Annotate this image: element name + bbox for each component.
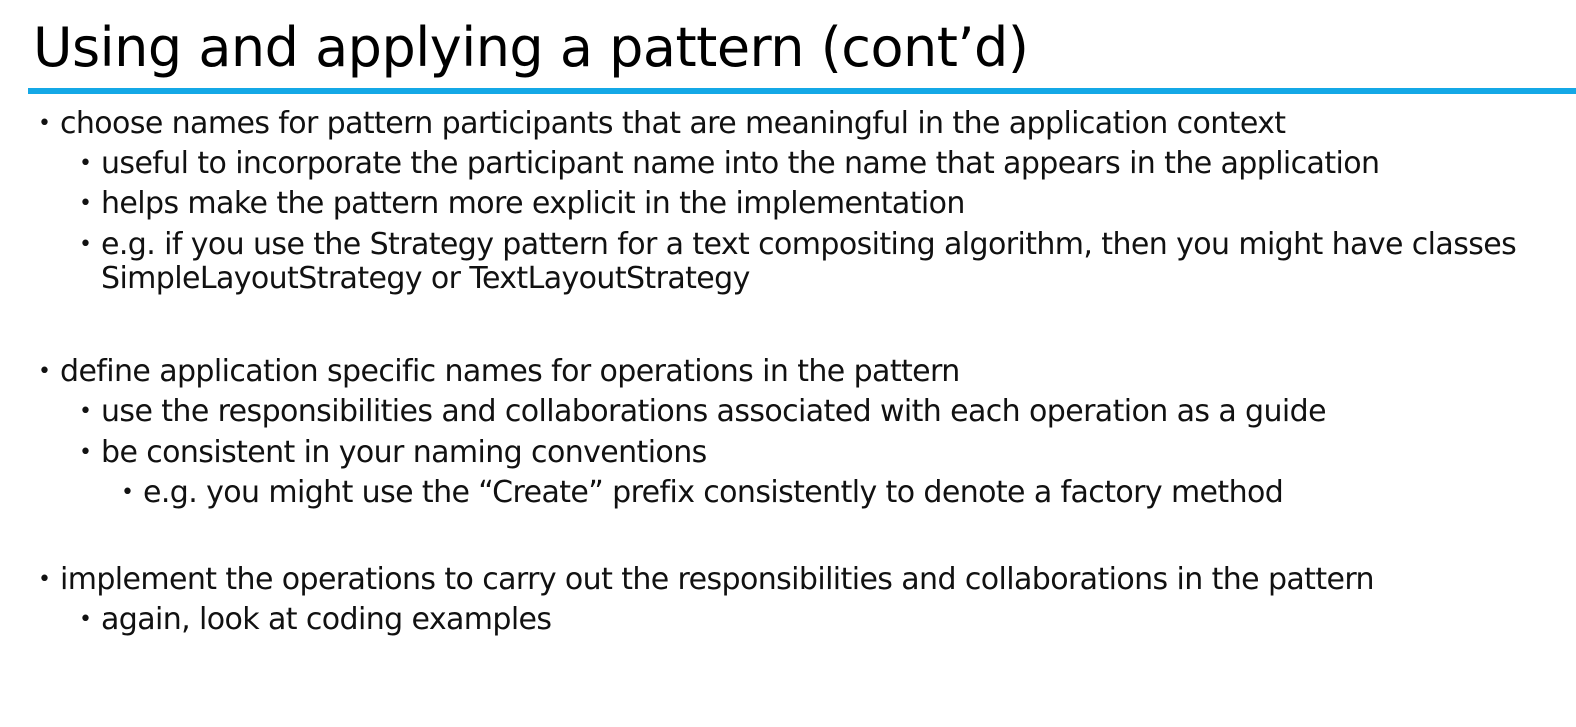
bullet-icon: •: [79, 191, 92, 216]
bullet-icon: •: [121, 480, 134, 505]
bullet-text: be consistent in your naming conventions: [101, 435, 707, 470]
bullet-text: define application specific names for op…: [60, 354, 960, 389]
bullet-icon: •: [79, 399, 92, 424]
sub-bullet-explicit: • helps make the pattern more explicit i…: [79, 186, 965, 222]
bullet-choose-names: • choose names for pattern participants …: [38, 106, 1286, 142]
bullet-icon: •: [38, 111, 51, 136]
bullet-icon: •: [79, 232, 92, 257]
bullet-text: e.g. you might use the “Create” prefix c…: [143, 475, 1284, 510]
bullet-text: e.g. if you use the Strategy pattern for…: [101, 227, 1517, 262]
bullet-text: useful to incorporate the participant na…: [101, 146, 1380, 181]
bullet-implement-operations: • implement the operations to carry out …: [38, 562, 1375, 598]
bullet-text: again, look at coding examples: [101, 602, 552, 637]
sub-bullet-responsibilities-guide: • use the responsibilities and collabora…: [79, 394, 1327, 430]
sub-sub-bullet-create-prefix: • e.g. you might use the “Create” prefix…: [121, 475, 1284, 511]
bullet-icon: •: [79, 607, 92, 632]
sub-bullet-coding-examples: • again, look at coding examples: [79, 602, 552, 638]
bullet-text: helps make the pattern more explicit in …: [101, 186, 965, 221]
bullet-text: implement the operations to carry out th…: [60, 562, 1375, 597]
sub-bullet-strategy-example-continued: SimpleLayoutStrategy or TextLayoutStrate…: [101, 261, 750, 296]
slide-body: • choose names for pattern participants …: [0, 0, 1576, 727]
bullet-icon: •: [79, 440, 92, 465]
sub-bullet-strategy-example: • e.g. if you use the Strategy pattern f…: [79, 227, 1517, 263]
bullet-icon: •: [38, 567, 51, 592]
bullet-text: choose names for pattern participants th…: [60, 106, 1286, 141]
bullet-define-names: • define application specific names for …: [38, 354, 960, 390]
sub-bullet-participant-name: • useful to incorporate the participant …: [79, 146, 1380, 182]
sub-bullet-consistent-naming: • be consistent in your naming conventio…: [79, 435, 707, 471]
bullet-icon: •: [38, 359, 51, 384]
bullet-icon: •: [79, 151, 92, 176]
bullet-text: use the responsibilities and collaborati…: [101, 394, 1327, 429]
